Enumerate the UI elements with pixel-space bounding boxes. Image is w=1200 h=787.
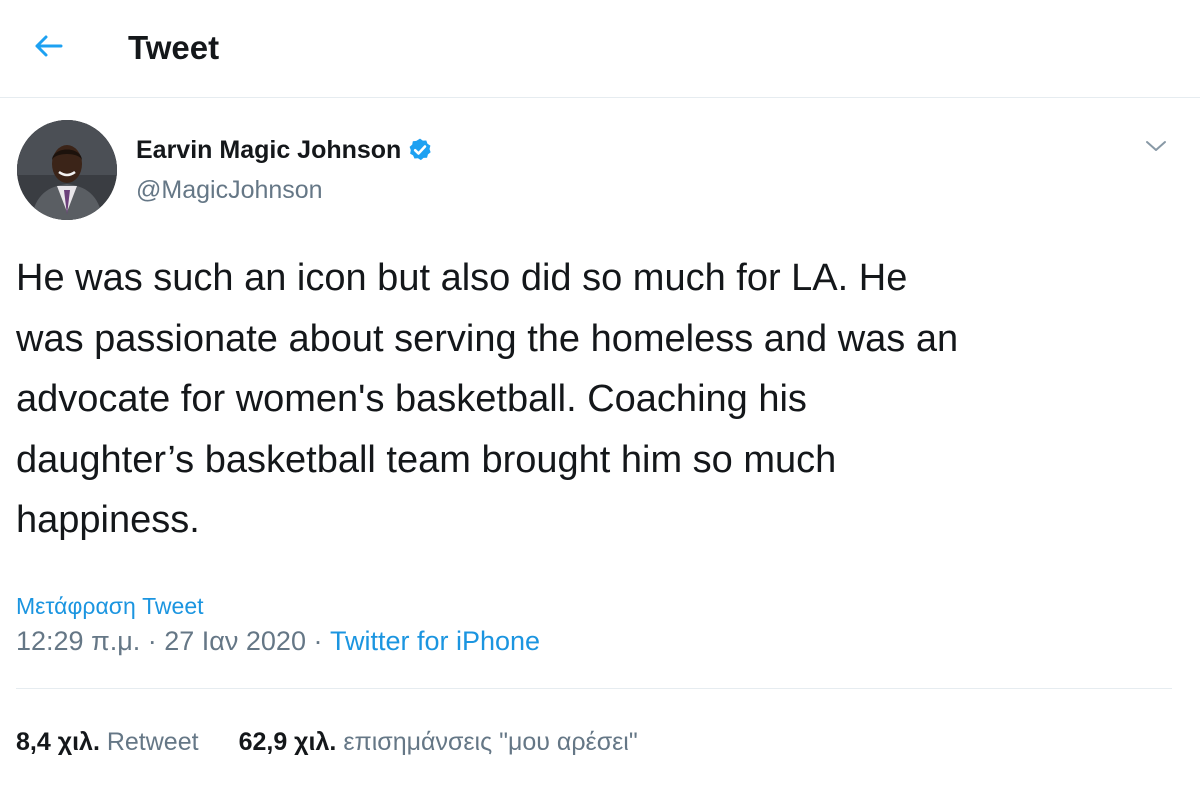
page-title: Tweet [128,29,220,66]
timestamp[interactable]: 12:29 π.μ. · 27 Ιαν 2020 [16,626,306,656]
avatar[interactable] [17,120,117,220]
author-name[interactable]: Earvin Magic Johnson [136,132,433,168]
more-options-button[interactable] [1138,130,1174,162]
tweet-meta: 12:29 π.μ. · 27 Ιαν 2020 · Twitter for i… [16,624,540,658]
tweet-text: He was such an icon but also did so much… [16,257,959,541]
likes-label: επισημάνσεις "μου αρέσει" [343,728,638,756]
verified-badge-icon [407,137,433,163]
back-button[interactable] [26,26,70,66]
translate-tweet-link[interactable]: Μετάφραση Tweet [16,591,204,621]
profile-photo [17,120,117,220]
meta-separator: · [305,626,330,656]
chevron-down-icon [1146,141,1166,151]
tweet-stats: 8,4 χιλ. Retweet 62,9 χιλ. επισημάνσεις … [16,726,638,758]
top-bar: Tweet [0,0,1200,98]
source-link[interactable]: Twitter for iPhone [330,626,540,656]
arrow-left-icon [35,35,63,57]
likes-stat[interactable]: 62,9 χιλ. επισημάνσεις "μου αρέσει" [239,726,638,758]
divider [16,688,1172,689]
retweets-count: 8,4 χιλ. [16,728,100,756]
author-handle[interactable]: @MagicJohnson [136,172,323,208]
retweets-label: Retweet [106,728,199,756]
likes-count: 62,9 χιλ. [238,728,337,756]
author-name-text: Earvin Magic Johnson [136,136,402,164]
retweets-stat[interactable]: 8,4 χιλ. Retweet [16,726,199,758]
